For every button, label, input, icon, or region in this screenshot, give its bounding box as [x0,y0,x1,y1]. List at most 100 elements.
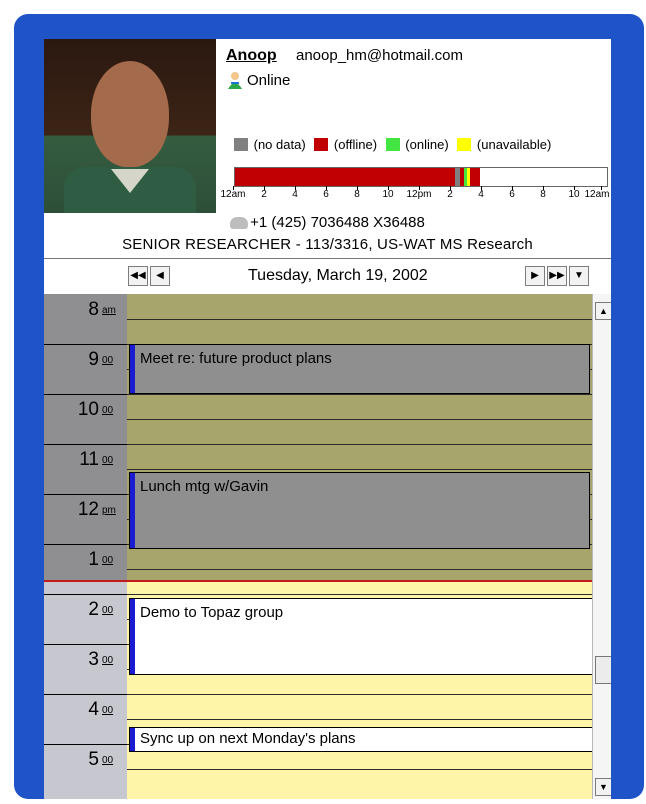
header-divider [44,258,611,259]
time-slot-3: 3 00 [44,644,127,694]
job-title-location: SENIOR RESEARCHER - 113/3316, US-WAT MS … [122,236,533,253]
tick-label: 8 [354,189,360,200]
prev-day-button[interactable]: ◀ [150,266,170,286]
hour-suffix: 00 [102,755,114,766]
next-day-button[interactable]: ▶ [525,266,545,286]
hour-label: 8 [88,299,99,320]
hour-label: 5 [88,749,99,770]
tick-label: 6 [323,189,329,200]
tick-label: 12pm [406,189,432,200]
hour-suffix: 00 [102,405,114,416]
half-hour-line [127,469,592,470]
date-menu-button[interactable]: ▼ [569,266,589,286]
legend-offline-label: (offline) [333,137,378,153]
calendar-event[interactable]: Demo to Topaz group [129,598,599,675]
event-marker [130,345,135,393]
time-divider [44,744,127,745]
day-schedule: 8 am 9 00 10 00 11 00 12 pm 1 00 2 00 3 00 4 00 5… [44,294,611,799]
event-marker [130,599,135,674]
legend-online-label: (online) [405,137,449,153]
next-week-button[interactable]: ▶▶ [547,266,567,286]
time-slot-11: 11 00 [44,444,127,494]
user-email: anoop_hm@hotmail.com [296,47,463,64]
time-divider [44,644,127,645]
half-hour-line [127,769,592,770]
time-divider [44,444,127,445]
phone-line: +1 (425) 7036488 X36488 [44,214,611,231]
tick-label: 10 [568,189,580,200]
hour-label: 9 [88,349,99,370]
calendar-event[interactable]: Lunch mtg w/Gavin [129,472,590,549]
hour-suffix: 00 [102,355,114,366]
window-frame: Anoop anoop_hm@hotmail.com Online (no da… [14,14,644,799]
photo-face [91,61,169,167]
time-slot-9: 9 00 [44,344,127,394]
time-divider [44,344,127,345]
time-slot-10: 10 00 [44,394,127,444]
half-hour-line [127,719,592,720]
scroll-thumb[interactable] [595,656,611,684]
event-marker [130,473,135,548]
legend-unavailable-label: (unavailable) [476,137,552,153]
timeline-offline-segment-3 [470,168,480,186]
user-photo [44,39,216,213]
person-online-icon [228,72,242,89]
half-hour-line [127,419,592,420]
time-slot-4: 4 00 [44,694,127,744]
hour-label: 2 [88,599,99,620]
double-left-arrow-icon: ◀◀ [130,270,146,281]
hour-suffix: 00 [102,655,114,666]
time-slot-8: 8 am [44,294,127,344]
tick-label: 8 [540,189,546,200]
hour-label: 10 [77,399,99,420]
current-date: Tuesday, March 19, 2002 [248,267,428,284]
double-right-arrow-icon: ▶▶ [549,270,565,281]
hour-line [127,444,592,445]
calendar-event[interactable]: Sync up on next Monday's plans [129,727,599,752]
time-slot-12: 12 pm [44,494,127,544]
time-divider [44,694,127,695]
tick-label: 4 [292,189,298,200]
tick-label: 2 [261,189,267,200]
user-name-link[interactable]: Anoop [226,47,277,65]
time-divider [44,594,127,595]
tick-label: 6 [509,189,515,200]
time-slot-2: 2 00 [44,594,127,644]
hour-label: 12 [77,499,99,520]
hour-label: 4 [88,699,99,720]
legend-no-data-label: (no data) [253,137,306,153]
tick-label: 12am [584,189,610,200]
hour-suffix: 00 [102,555,114,566]
scroll-down-button[interactable]: ▼ [595,778,611,796]
status-legend: (no data) (offline) (online) (unavailabl… [234,136,551,152]
phone-number: +1 (425) 7036488 X36488 [250,214,425,231]
scroll-up-button[interactable]: ▲ [595,302,611,320]
half-hour-line [127,569,592,570]
legend-unavailable-swatch [457,138,472,152]
phone-icon [230,217,249,230]
hour-suffix: 00 [102,455,114,466]
down-arrow-icon: ▼ [599,782,608,792]
user-info-panel: Anoop anoop_hm@hotmail.com Online (no da… [44,39,611,799]
timeline-ticks: 12am 2 4 6 8 10 12pm 2 4 6 8 10 12am [219,186,611,202]
hour-label: 1 [88,549,99,570]
availability-timeline [234,167,608,187]
hour-label: 3 [88,649,99,670]
legend-online-swatch [385,138,400,152]
left-arrow-icon: ◀ [156,270,164,281]
event-title: Meet re: future product plans [140,350,332,367]
tick-label: 2 [447,189,453,200]
current-time-line [44,580,610,582]
calendar-event[interactable]: Meet re: future product plans [129,344,590,394]
prev-week-button[interactable]: ◀◀ [128,266,148,286]
date-navigation-bar: ◀◀ ◀ Tuesday, March 19, 2002 ▶ ▶▶ ▼ [44,260,611,292]
event-title: Lunch mtg w/Gavin [140,478,269,495]
tick-label: 4 [478,189,484,200]
time-divider [44,394,127,395]
tick-label: 10 [382,189,394,200]
vertical-scrollbar[interactable]: ▲ ▼ [592,294,611,799]
hour-line [127,394,592,395]
dropdown-arrow-icon: ▼ [574,270,584,281]
event-marker [130,728,135,751]
half-hour-line [127,319,592,320]
